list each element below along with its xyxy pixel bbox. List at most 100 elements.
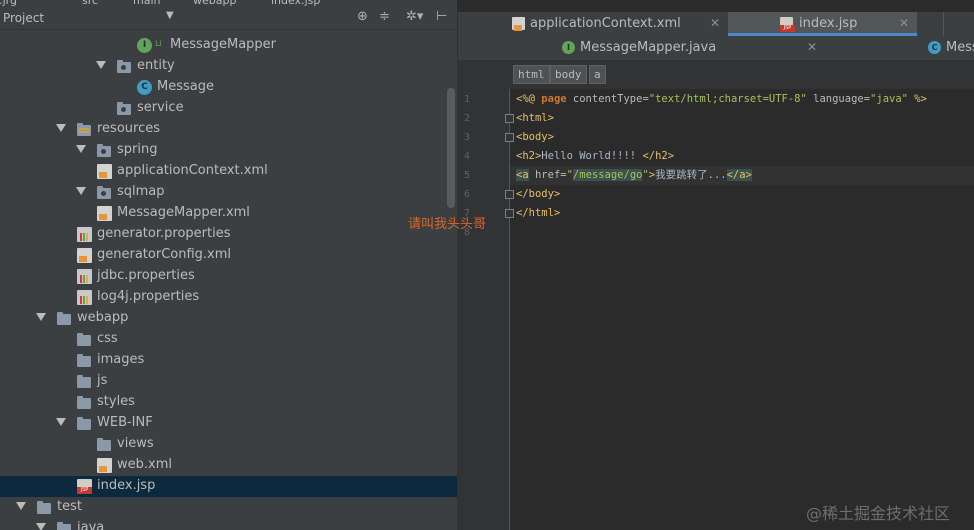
close-icon[interactable]: ✕	[710, 16, 720, 30]
folder-icon	[37, 501, 51, 514]
tree-row-web-xml[interactable]: web.xml	[0, 455, 457, 476]
tree-item-label: styles	[97, 394, 135, 409]
expand-caret-icon[interactable]	[76, 187, 86, 195]
tree-row-java[interactable]: java	[0, 518, 457, 530]
properties-file-icon	[77, 290, 92, 305]
access-icon: ⊔	[155, 39, 163, 49]
folder-icon	[77, 333, 91, 346]
code-line[interactable]: </html>	[516, 204, 560, 223]
tree-item-label: entity	[137, 58, 175, 73]
code-token: "text/html;charset=UTF-8"	[648, 93, 807, 105]
expand-caret-icon[interactable]	[76, 145, 86, 153]
expand-caret-icon[interactable]	[96, 61, 106, 69]
tree-item-label: index.jsp	[97, 478, 156, 493]
interface-icon: I	[137, 38, 152, 53]
tree-item-label: images	[97, 352, 145, 367]
tree-row-views[interactable]: views	[0, 434, 457, 455]
editor-tab-messagemapper-java[interactable]: I MessageMapper.java ✕	[550, 36, 930, 60]
xml-file-icon	[97, 458, 112, 473]
tree-row-web-inf[interactable]: WEB-INF	[0, 413, 457, 434]
collapse-all-icon[interactable]: ≑	[379, 10, 390, 24]
package-icon	[117, 60, 131, 73]
tree-row-index-jsp[interactable]: index.jsp	[0, 476, 457, 497]
line-number: 5	[464, 170, 471, 181]
code-token: <body>	[516, 131, 554, 143]
code-token: </a>	[726, 169, 752, 181]
tag-breadcrumb-a[interactable]: a	[589, 65, 606, 84]
tab-row-divider	[943, 12, 944, 36]
hide-panel-icon[interactable]: ⊢	[436, 10, 447, 24]
tree-row-css[interactable]: css	[0, 329, 457, 350]
code-line[interactable]: <h2>Hello World!!!! </h2>	[516, 147, 674, 166]
tree-item-label: webapp	[77, 310, 129, 325]
line-number-gutter: 12345678	[458, 89, 514, 530]
tree-row-images[interactable]: images	[0, 350, 457, 371]
code-line[interactable]: <%@ page contentType="text/html;charset=…	[516, 90, 927, 109]
expand-caret-icon[interactable]	[56, 124, 66, 132]
tree-row-resources[interactable]: resources	[0, 119, 457, 140]
close-icon[interactable]: ✕	[807, 40, 817, 54]
code-token: <html>	[516, 112, 554, 124]
code-line[interactable]: </body>	[516, 185, 560, 204]
tree-item-label: sqlmap	[117, 184, 165, 199]
expand-caret-icon[interactable]	[36, 313, 46, 321]
tree-item-label: css	[97, 331, 118, 346]
tree-item-label: MessageMapper	[170, 37, 277, 52]
code-token: /message/go	[572, 169, 643, 181]
tree-row-styles[interactable]: styles	[0, 392, 457, 413]
tree-row-test[interactable]: test	[0, 497, 457, 518]
xml-file-icon	[97, 206, 112, 221]
xml-file-icon	[97, 164, 112, 179]
package-icon	[117, 102, 131, 115]
editor-tab-mess[interactable]: C Mess	[918, 36, 974, 60]
tree-row-entity[interactable]: entity	[0, 56, 457, 77]
package-icon	[97, 186, 111, 199]
code-editor[interactable]: <%@ page contentType="text/html;charset=…	[510, 89, 974, 530]
expand-caret-icon[interactable]	[36, 523, 46, 530]
tag-breadcrumb-html[interactable]: html	[513, 65, 550, 84]
project-panel-title[interactable]: Project	[3, 11, 44, 25]
code-token: %>	[907, 93, 927, 105]
tree-row-message[interactable]: C Message	[0, 77, 457, 98]
chevron-down-icon[interactable]: ▼	[166, 10, 174, 21]
tree-row-sqlmap[interactable]: sqlmap	[0, 182, 457, 203]
tree-item-label: java	[77, 520, 105, 530]
target-icon[interactable]: ⊕	[357, 10, 368, 24]
project-scrollbar[interactable]	[447, 88, 455, 208]
tree-row-service[interactable]: service	[0, 98, 457, 119]
folder-icon	[77, 375, 91, 388]
editor-tab-index-jsp[interactable]: index.jsp ✕	[728, 12, 917, 36]
project-panel-header: Project ▼ ⊕ ≑ ✲▾ ⊢	[0, 6, 457, 30]
close-icon[interactable]: ✕	[899, 16, 909, 30]
expand-caret-icon[interactable]	[56, 418, 66, 426]
tree-row-applicationcontext-xml[interactable]: applicationContext.xml	[0, 161, 457, 182]
code-line[interactable]: <a href="/message/go">我要跳转了...</a>	[510, 166, 974, 185]
tree-row-js[interactable]: js	[0, 371, 457, 392]
settings-gear-icon[interactable]: ✲▾	[406, 10, 423, 24]
editor-tab-label: applicationContext.xml	[530, 16, 681, 31]
tree-row-generatorconfig-xml[interactable]: generatorConfig.xml	[0, 245, 457, 266]
code-token: </h2>	[642, 150, 675, 162]
code-token: contentType=	[566, 93, 649, 105]
interface-icon: I	[562, 41, 575, 54]
folder-icon	[77, 123, 91, 136]
tag-breadcrumb-body[interactable]: body	[550, 65, 587, 84]
tree-row-log4j-properties[interactable]: log4j.properties	[0, 287, 457, 308]
code-token: Hello World!!!!	[541, 150, 643, 162]
tree-row-webapp[interactable]: webapp	[0, 308, 457, 329]
tree-row-messagemapper-xml[interactable]: MessageMapper.xml	[0, 203, 457, 224]
tree-item-label: resources	[97, 121, 161, 136]
folder-icon	[77, 354, 91, 367]
code-line[interactable]: <html>	[516, 109, 554, 128]
code-line[interactable]: <body>	[516, 128, 554, 147]
tree-item-label: service	[137, 100, 184, 115]
expand-caret-icon[interactable]	[16, 502, 26, 510]
tree-item-label: Message	[157, 79, 214, 94]
package-icon	[97, 144, 111, 157]
editor-tab-row-1: applicationContext.xml ✕ index.jsp ✕	[458, 12, 974, 36]
tree-row-messagemapper[interactable]: I ⊔ MessageMapper	[0, 35, 457, 56]
tree-row-jdbc-properties[interactable]: jdbc.properties	[0, 266, 457, 287]
tree-row-spring[interactable]: spring	[0, 140, 457, 161]
tree-row-generator-properties[interactable]: generator.properties	[0, 224, 457, 245]
class-icon: C	[137, 80, 152, 95]
